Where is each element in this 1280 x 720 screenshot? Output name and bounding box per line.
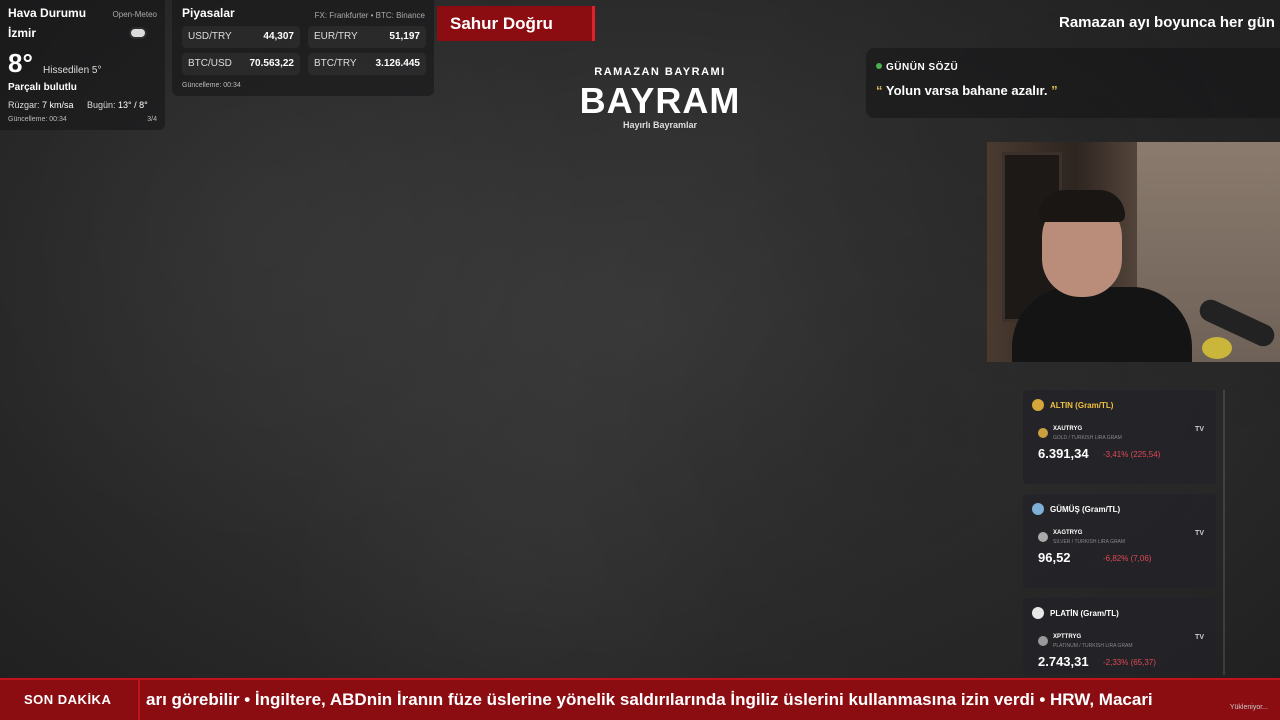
metal-description: SILVER / TURKISH LIRA GRAM — [1053, 539, 1126, 545]
webcam-person-body — [1012, 287, 1192, 362]
weather-today: Bugün: 13° / 8° — [87, 100, 148, 110]
metal-card-platinum[interactable]: PLATİN (Gram/TL) XPTTRYG PLATINUM / TURK… — [1023, 598, 1216, 675]
quote-label: GÜNÜN SÖZÜ — [886, 62, 959, 73]
silver-coin-icon — [1038, 532, 1048, 542]
today-label: Bugün: — [87, 100, 116, 110]
weather-updated: Güncelleme: 00:34 — [8, 116, 67, 123]
weather-condition: Parçalı bulutlu — [8, 82, 77, 93]
market-value: 51,197 — [389, 31, 420, 42]
bayram-subtitle: RAMAZAN BAYRAMI — [594, 66, 726, 78]
metal-title: PLATİN (Gram/TL) — [1050, 608, 1119, 618]
gold-coin-icon — [1038, 428, 1048, 438]
weather-feels-like: Hissedilen 5° — [43, 65, 102, 76]
market-value: 3.126.445 — [375, 58, 421, 69]
metal-symbol: XAGTRYG — [1053, 530, 1083, 536]
medal-icon — [1032, 503, 1044, 515]
breaking-news-ticker: SON DAKİKA arı görebilir • İngiltere, AB… — [0, 678, 1280, 720]
live-dot-icon — [876, 62, 882, 69]
metal-change: -3,41% (225,54) — [1103, 450, 1161, 459]
market-label: EUR/TRY — [314, 31, 358, 42]
platinum-coin-icon — [1038, 636, 1048, 646]
weather-wind: Rüzgar: 7 km/sa — [8, 100, 74, 110]
metals-scrollbar[interactable] — [1223, 390, 1225, 675]
quote-panel: GÜNÜN SÖZÜ “ Yolun varsa bahane azalır. … — [866, 48, 1280, 118]
weather-source: Open-Meteo — [112, 10, 157, 19]
wind-value: 7 km/sa — [42, 100, 74, 110]
tradingview-icon[interactable]: TV — [1195, 530, 1204, 537]
tradingview-icon[interactable]: TV — [1195, 426, 1204, 433]
tradingview-icon[interactable]: TV — [1195, 634, 1204, 641]
metal-price: 96,52 — [1038, 550, 1071, 565]
circle-icon — [1032, 607, 1044, 619]
close-quote-mark: ” — [1051, 83, 1058, 98]
market-value: 70.563,22 — [249, 58, 295, 69]
market-label: BTC/TRY — [314, 58, 357, 69]
partly-cloudy-icon — [131, 29, 145, 37]
weather-panel: Hava Durumu Open-Meteo İzmir 8° Hissedil… — [0, 0, 165, 130]
ticker-text: arı görebilir • İngiltere, ABDnin İranın… — [146, 690, 1153, 709]
today-value: 13° / 8° — [118, 100, 148, 110]
weather-page-indicator: 3/4 — [147, 116, 157, 123]
metal-symbol: XAUTRYG — [1053, 426, 1083, 432]
webcam-person-hair — [1039, 190, 1125, 222]
market-btc-try: BTC/TRY 3.126.445 — [308, 53, 426, 75]
quote-text-line: “ Yolun varsa bahane azalır. ” — [876, 83, 1270, 98]
market-label: USD/TRY — [188, 31, 232, 42]
ticker-label: SON DAKİKA — [24, 692, 112, 707]
metal-description: GOLD / TURKISH LIRA GRAM — [1053, 435, 1122, 441]
ticker-divider — [138, 680, 140, 720]
metal-description: PLATINUM / TURKISH LIRA GRAM — [1053, 643, 1133, 649]
metal-title: GÜMÜŞ (Gram/TL) — [1050, 504, 1121, 514]
metal-card-silver[interactable]: GÜMÜŞ (Gram/TL) XAGTRYG SILVER / TURKISH… — [1023, 494, 1216, 588]
metal-header: GÜMÜŞ (Gram/TL) — [1032, 503, 1207, 515]
market-value: 44,307 — [263, 31, 294, 42]
bayram-note: Hayırlı Bayramlar — [622, 120, 698, 130]
metal-title: ALTIN (Gram/TL) — [1050, 400, 1114, 410]
markets-panel: Piyasalar FX: Frankfurter • BTC: Binance… — [172, 0, 434, 96]
metals-widget: ALTIN (Gram/TL) XAUTRYG GOLD / TURKISH L… — [1023, 390, 1226, 675]
wind-label: Rüzgar: — [8, 100, 40, 110]
quote-header: GÜNÜN SÖZÜ — [876, 57, 1270, 75]
loading-text: Yükleniyor... — [1229, 704, 1268, 711]
metal-symbol: XPTTRYG — [1053, 634, 1082, 640]
medal-icon — [1032, 399, 1044, 411]
market-eur-try: EUR/TRY 51,197 — [308, 26, 426, 48]
sahur-banner: Sahur Doğru — [437, 6, 595, 41]
webcam-object — [1202, 337, 1232, 359]
markets-updated: Güncelleme: 00:34 — [182, 82, 241, 89]
metal-change: -2,33% (65,37) — [1103, 658, 1156, 667]
metal-price: 2.743,31 — [1038, 654, 1089, 669]
metal-card-gold[interactable]: ALTIN (Gram/TL) XAUTRYG GOLD / TURKISH L… — [1023, 390, 1216, 484]
weather-temperature: 8° — [8, 48, 33, 78]
market-btc-usd: BTC/USD 70.563,22 — [182, 53, 300, 75]
market-usd-try: USD/TRY 44,307 — [182, 26, 300, 48]
bayram-title: BAYRAM — [579, 80, 741, 121]
top-marquee: Ramazan ayı boyunca her gün — [1059, 14, 1275, 31]
quote-text: Yolun varsa bahane azalır. — [882, 83, 1052, 98]
metal-price: 6.391,34 — [1038, 446, 1089, 461]
markets-source: FX: Frankfurter • BTC: Binance — [314, 11, 425, 20]
market-label: BTC/USD — [188, 58, 232, 69]
metal-header: PLATİN (Gram/TL) — [1032, 607, 1207, 619]
metal-change: -6,82% (7,06) — [1103, 554, 1152, 563]
metal-header: ALTIN (Gram/TL) — [1032, 399, 1207, 411]
webcam-feed — [987, 142, 1280, 362]
